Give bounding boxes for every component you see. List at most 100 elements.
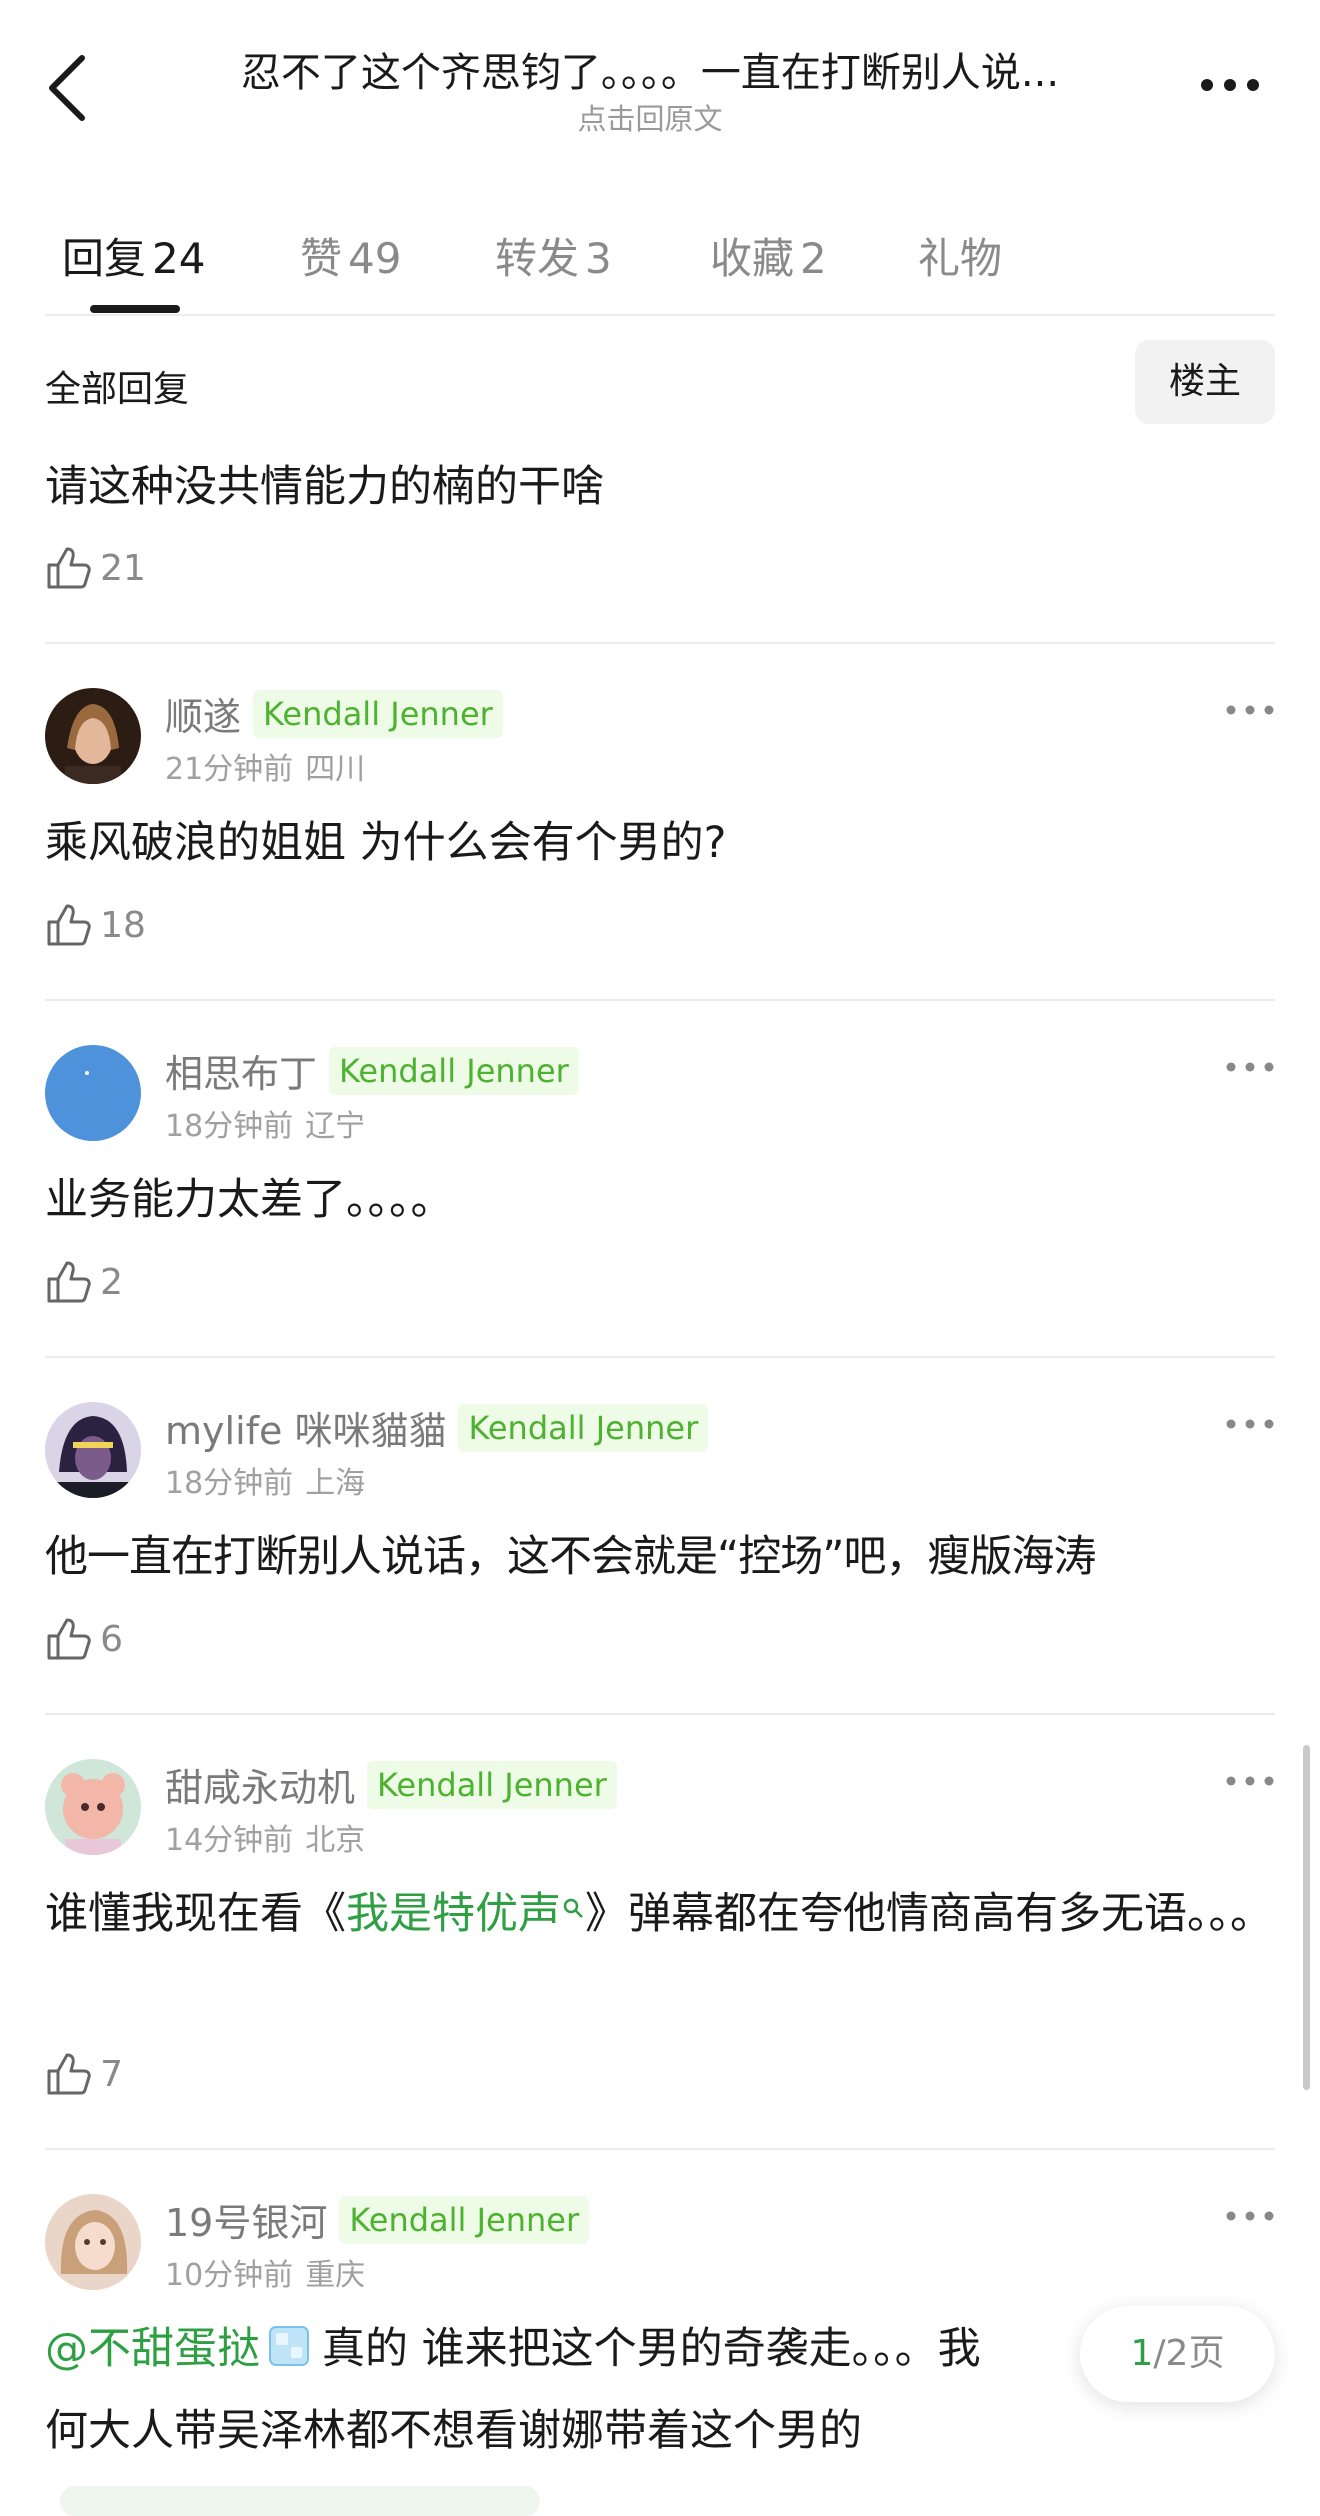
divider [45,1356,1275,1358]
tab-count: 49 [348,234,402,283]
fan-badge: Kendall Jenner [367,1760,617,1809]
tab-count: 3 [585,234,612,283]
comment-meta: 10分钟前 重庆 [165,2250,365,2294]
user-info: 19号银河 Kendall Jenner [165,2192,590,2245]
location: 重庆 [305,2258,366,2293]
search-icon [563,1898,583,1918]
total-pages: /2页 [1153,2333,1225,2374]
tab-gifts[interactable]: 礼物 [918,225,1002,286]
tab-label: 赞 [300,234,343,283]
text-segment: 》弹幕都在夸他情商高有多无语。。。 [585,1889,1273,1939]
like-button[interactable]: 2 [45,1259,123,1315]
like-count: 18 [100,904,146,946]
back-to-original-link[interactable]: 点击回原文 [150,96,1150,138]
thumbs-up-icon [47,904,91,946]
tab-label: 回复 [62,234,147,283]
back-button[interactable] [40,48,100,128]
location: 上海 [305,1466,366,1501]
text-segment: 真的 谁来把这个男的奇袭走。。。我 [322,2324,981,2374]
avatar[interactable] [45,1402,141,1498]
mention-link[interactable]: @不甜蛋挞 [45,2324,260,2374]
post-title[interactable]: 忍不了这个齐思钧了。。。。一直在打断别人说... [150,40,1150,98]
thumbs-up-icon [47,1618,91,1660]
timestamp: 10分钟前 [165,2258,294,2293]
more-dots-icon [1201,79,1259,91]
like-button[interactable]: 7 [45,2051,123,2107]
active-tab-indicator [90,305,180,313]
more-dots-icon[interactable] [1225,700,1275,720]
comment-text: 谁懂我现在看《我是特优声 》弹幕都在夸他情商高有多无语。。。 [45,1873,1275,1955]
current-page: 1 [1130,2333,1154,2374]
more-dots-icon[interactable] [1225,1057,1275,1077]
fan-badge: Kendall Jenner [458,1403,709,1452]
tab-favorites[interactable]: 收藏 2 [710,225,827,286]
tab-count: 24 [152,234,206,283]
timestamp: 18分钟前 [165,1109,294,1144]
ice-cube-icon [269,2326,309,2366]
thumbs-up-icon [47,2053,91,2095]
username[interactable]: 顺遂 [165,695,241,739]
avatar[interactable] [45,1045,141,1141]
location: 辽宁 [305,1109,366,1144]
timestamp: 21分钟前 [165,752,294,787]
top-bar: 忍不了这个齐思钧了。。。。一直在打断别人说... 点击回原文 [0,0,1320,170]
chevron-left-icon [49,55,85,121]
op-only-button[interactable]: 楼主 [1135,340,1275,424]
like-button[interactable]: 18 [45,902,146,958]
comment-text: 业务能力太差了。。。。 [45,1175,454,1225]
username[interactable]: 甜咸永动机 [165,1766,355,1810]
thumbs-up-icon [47,547,91,589]
location: 北京 [305,1823,366,1858]
more-dots-icon[interactable] [1225,1771,1275,1791]
user-info: mylife 咪咪貓貓 Kendall Jenner [165,1400,709,1453]
more-dots-icon[interactable] [1225,2206,1275,2226]
comment-text: 请这种没共情能力的楠的干啥 [45,462,604,512]
user-info: 顺遂 Kendall Jenner [165,686,503,739]
timestamp: 14分钟前 [165,1823,294,1858]
bottom-input-bar[interactable] [60,2486,540,2516]
timestamp: 18分钟前 [165,1466,294,1501]
topic-link[interactable]: 我是特优声 [346,1889,561,1939]
tab-bar: 回复 24 赞 49 转发 3 收藏 2 礼物 [0,205,1320,315]
all-replies-heading: 全部回复 [45,369,190,410]
tab-count: 2 [800,234,827,283]
divider [45,642,1275,644]
fan-badge: Kendall Jenner [339,2195,590,2244]
user-info: 相思布丁 Kendall Jenner [165,1043,579,1096]
avatar[interactable] [45,1759,141,1855]
scrollbar[interactable] [1303,1745,1310,2090]
tab-likes[interactable]: 赞 49 [300,225,401,286]
text-segment: 谁懂我现在看《 [45,1889,346,1939]
like-count: 7 [100,2053,123,2095]
tab-label: 收藏 [710,234,795,283]
avatar[interactable] [45,2194,141,2290]
more-button[interactable] [1195,60,1265,110]
more-dots-icon[interactable] [1225,1414,1275,1434]
comment-meta: 18分钟前 上海 [165,1458,365,1502]
tab-label: 礼物 [918,234,1003,283]
fan-badge: Kendall Jenner [253,689,503,738]
thumbs-up-icon [47,1261,91,1303]
username[interactable]: 19号银河 [165,2201,327,2245]
tab-reposts[interactable]: 转发 3 [495,225,612,286]
like-count: 6 [100,1618,123,1660]
divider [45,2148,1275,2150]
like-count: 2 [100,1261,123,1303]
comment-text: 他一直在打断别人说话，这不会就是“控场”吧，瘦版海涛 [45,1532,1097,1582]
username[interactable]: 相思布丁 [165,1052,317,1096]
comment-meta: 14分钟前 北京 [165,1815,365,1859]
comment-meta: 21分钟前 四川 [165,744,365,788]
page-indicator[interactable]: 1/2页 [1080,2306,1275,2402]
divider [45,999,1275,1001]
like-button[interactable]: 6 [45,1616,123,1672]
comment-text: 乘风破浪的姐姐 为什么会有个男的? [45,818,727,868]
like-count: 21 [100,547,146,589]
comment-meta: 18分钟前 辽宁 [165,1101,365,1145]
divider [45,1713,1275,1715]
avatar[interactable] [45,688,141,784]
username[interactable]: mylife 咪咪貓貓 [165,1409,446,1453]
tab-replies[interactable]: 回复 24 [62,225,205,286]
user-info: 甜咸永动机 Kendall Jenner [165,1757,617,1810]
fan-badge: Kendall Jenner [329,1046,579,1095]
like-button[interactable]: 21 [45,545,146,601]
